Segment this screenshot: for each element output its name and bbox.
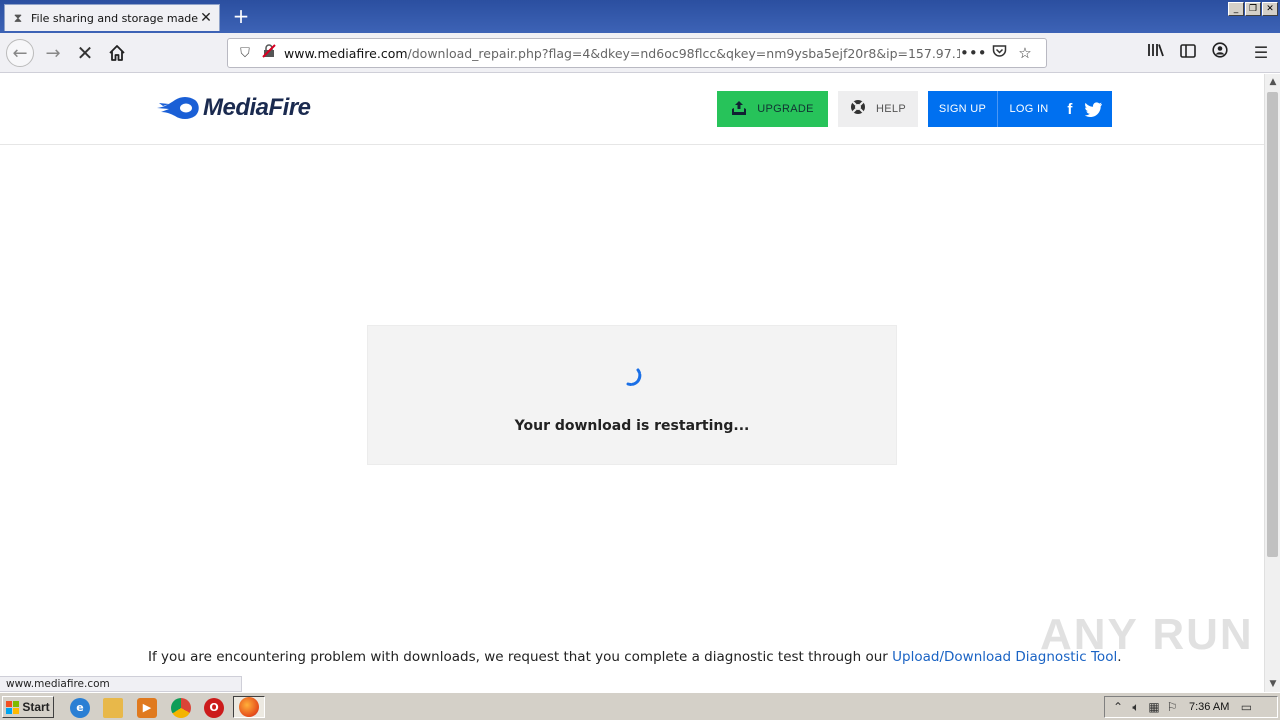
scroll-up-icon[interactable]: ▲ [1265,74,1280,90]
network-icon[interactable]: ▦ [1145,700,1163,714]
facebook-glyph: f [1067,100,1073,118]
flag-icon[interactable]: ⚐ [1163,700,1181,714]
browser-tab-strip: ⧗ File sharing and storage made simple ✕… [0,0,1280,33]
window-controls: _ ❐ ✕ [1228,2,1278,16]
download-status-card: Your download is restarting... [367,325,897,465]
restore-button[interactable]: ❐ [1245,2,1261,16]
folder-icon[interactable] [103,698,123,718]
insecure-lock-icon[interactable] [260,44,278,62]
link-status-bar: www.mediafire.com [0,676,242,692]
home-icon [109,45,125,61]
account-icon[interactable] [1208,41,1232,65]
close-tab-icon[interactable]: ✕ [199,10,213,26]
diagnostic-notice: If you are encountering problem with dow… [148,649,1122,665]
library-icon[interactable] [1144,41,1168,65]
loading-spinner-icon [626,368,642,386]
opera-icon[interactable]: O [204,698,224,718]
page-scrollbar[interactable]: ▲ ▼ [1264,74,1280,692]
sidebar-icon[interactable] [1176,41,1200,65]
system-tray: ⌃ 🔈︎ ▦ ⚐ 7:36 AM ▭ [1104,696,1278,718]
tray-expand-icon[interactable]: ⌃ [1109,700,1127,714]
login-label: LOG IN [1009,103,1049,115]
media-player-icon[interactable]: ▶ [137,698,157,718]
url-host: www.mediafire.com [284,45,408,61]
help-label: HELP [876,103,906,115]
hourglass-icon: ⧗ [13,11,23,25]
scroll-down-icon[interactable]: ▼ [1265,676,1280,692]
facebook-login-icon[interactable]: f [1060,99,1080,119]
minimize-button[interactable]: _ [1228,2,1244,16]
auth-button-group: SIGN UP LOG IN f [928,91,1112,127]
start-label: Start [22,700,50,714]
navigation-toolbar: ← → ✕ ⛉ www.mediafire.com/download_repai… [0,33,1280,73]
forward-button[interactable]: → [39,39,67,67]
notice-text: If you are encountering problem with dow… [148,649,893,665]
windows-logo-icon [6,700,20,714]
hamburger-menu-icon[interactable]: ☰ [1249,41,1273,65]
stop-button[interactable]: ✕ [71,39,99,67]
url-text[interactable]: www.mediafire.com/download_repair.php?fl… [284,46,960,61]
stop-x-icon: ✕ [76,41,94,65]
page-viewport: MediaFire UPGRADE HELP SIGN UP LOG IN f [0,74,1264,692]
lifebuoy-icon [850,99,866,119]
help-button[interactable]: HELP [838,91,918,127]
taskbar-clock[interactable]: 7:36 AM [1189,701,1229,713]
login-button[interactable]: LOG IN [998,91,1060,127]
show-desktop-icon[interactable]: ▭ [1237,700,1255,714]
start-button[interactable]: Start [2,696,54,718]
signup-label: SIGN UP [938,103,987,115]
internet-explorer-icon[interactable]: e [70,698,90,718]
scrollbar-thumb[interactable] [1267,92,1278,557]
page-actions-icon[interactable]: ••• [960,44,987,62]
pocket-icon[interactable] [986,44,1012,62]
bookmark-star-icon[interactable]: ☆ [1012,44,1038,62]
anyrun-watermark: ANY RUN [1040,610,1254,659]
browser-tab[interactable]: ⧗ File sharing and storage made simple ✕ [4,4,220,31]
twitter-login-icon[interactable] [1084,99,1104,119]
tab-title: File sharing and storage made simple [31,11,199,25]
download-status-text: Your download is restarting... [514,418,750,434]
url-path: /download_repair.php?flag=4&dkey=nd6oc98… [407,45,960,61]
upgrade-button[interactable]: UPGRADE [717,91,828,127]
home-button[interactable] [103,39,131,67]
arrow-left-icon: ← [12,42,28,64]
new-tab-button[interactable]: + [229,5,253,27]
site-header: MediaFire UPGRADE HELP SIGN UP LOG IN f [0,74,1264,145]
windows-taskbar: Start e ▶ O ⌃ 🔈︎ ▦ ⚐ 7:36 AM ▭ [0,692,1280,720]
mediafire-logo[interactable]: MediaFire [155,94,311,122]
back-button[interactable]: ← [6,39,34,67]
firefox-icon [239,697,259,717]
upgrade-icon [731,100,747,119]
arrow-right-icon: → [45,42,61,64]
chrome-icon[interactable] [171,698,191,718]
logo-wordmark: MediaFire [203,94,311,121]
close-window-button[interactable]: ✕ [1262,2,1278,16]
volume-icon[interactable]: 🔈︎ [1127,700,1145,715]
address-bar[interactable]: ⛉ www.mediafire.com/download_repair.php?… [227,38,1047,68]
shield-icon[interactable]: ⛉ [236,46,254,61]
firefox-taskbar-button[interactable] [233,696,265,718]
upgrade-label: UPGRADE [757,103,814,115]
signup-button[interactable]: SIGN UP [928,91,998,127]
mediafire-flame-icon [157,97,199,119]
